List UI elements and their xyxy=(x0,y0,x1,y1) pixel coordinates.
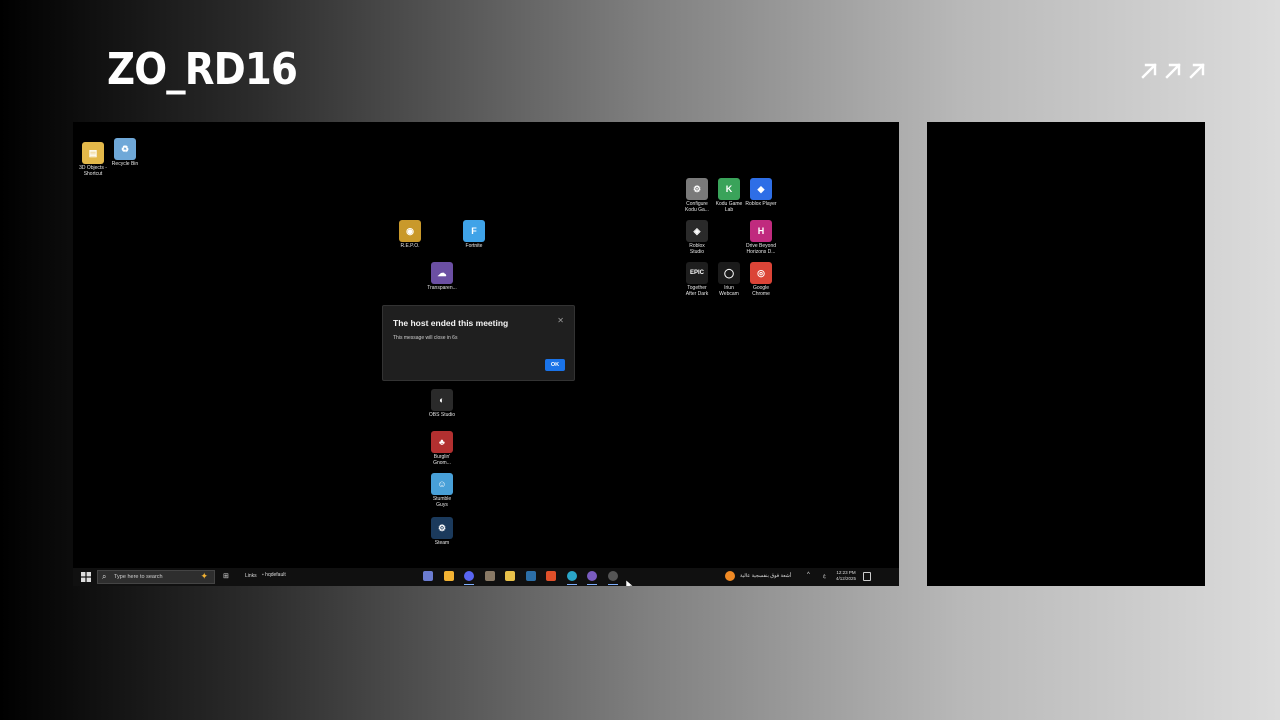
arrows-icon xyxy=(1141,63,1205,79)
taskbar-app-discord-icon[interactable] xyxy=(464,571,474,581)
notification-icon[interactable] xyxy=(863,572,871,581)
ok-button[interactable]: OK xyxy=(545,359,565,371)
meeting-ended-dialog: The host ended this meeting ✕ This messa… xyxy=(382,305,575,381)
desktop-icon-repo[interactable]: ◉ R.E.P.O. xyxy=(390,220,430,249)
sparkle-icon: ✦ xyxy=(200,571,208,581)
chevron-up-icon[interactable]: ^ xyxy=(807,572,810,578)
drive-beyond-icon: H xyxy=(750,220,772,242)
3d-objects-icon: ▤ xyxy=(82,142,104,164)
taskbar-app-obs-icon[interactable] xyxy=(607,571,618,581)
running-indicator xyxy=(566,584,577,585)
desktop-icon-label: Fortnite xyxy=(465,243,483,249)
taskbar-app-steam-icon[interactable] xyxy=(525,571,536,581)
remote-desktop-screen[interactable]: ▤ 3D Objects - Shortcut ♻ Recycle Bin ◉ R.E.P… xyxy=(73,122,899,586)
steam-icon: ⚙ xyxy=(431,517,453,539)
configure-kodu-icon: ⚙ xyxy=(686,178,708,200)
desktop-icon-burglin-gnomes[interactable]: ♣ Burglin' Gnom... xyxy=(422,431,462,466)
news-widget-text[interactable]: أشعة فوق بنفسجية عالية xyxy=(740,573,791,579)
desktop-icon-label: R.E.P.O. xyxy=(400,243,420,249)
desktop-icon-drive-beyond[interactable]: H Drive Beyond Horizons D... xyxy=(741,220,781,255)
desktop-icon-transparent[interactable]: ☁ Transparen... xyxy=(422,262,462,291)
system-clock[interactable]: 12:23 PM 4/12/2025 xyxy=(833,570,859,582)
desktop-icon-label: Steam xyxy=(434,540,450,546)
epic-games-icon: EPIC xyxy=(686,262,708,284)
taskbar-app-app-1-icon[interactable] xyxy=(423,571,433,581)
desktop-icon-label: Roblox Player xyxy=(745,201,777,207)
overlay-title: ZO_RD16 xyxy=(107,44,298,95)
desktop-icon-recycle-bin[interactable]: ♻ Recycle Bin xyxy=(105,138,145,167)
desktop-icon-label: OBS Studio xyxy=(428,412,456,418)
desktop-icon-obs-studio[interactable]: ◐ OBS Studio xyxy=(422,389,462,418)
kodu-game-lab-icon: K xyxy=(718,178,740,200)
taskbar: ⌕ Type here to search ✦ ⊞ Links hqdefaul… xyxy=(73,568,899,586)
desktop-icon-roblox-studio[interactable]: ◈ Roblox Studio xyxy=(677,220,717,255)
desktop-icon-stumble-guys[interactable]: ☺ Stumble Guys xyxy=(422,473,462,508)
repo-icon: ◉ xyxy=(399,220,421,242)
weather-icon[interactable] xyxy=(725,571,735,581)
taskbar-app-edge-icon[interactable] xyxy=(566,571,577,581)
dialog-title: The host ended this meeting xyxy=(393,318,509,328)
fortnite-icon: F xyxy=(463,220,485,242)
desktop-icon-google-chrome[interactable]: ◎ Google Chrome xyxy=(741,262,781,297)
burglin-gnomes-icon: ♣ xyxy=(431,431,453,453)
desktop-icon-label: Burglin' Gnom... xyxy=(433,454,451,466)
roblox-studio-icon: ◈ xyxy=(686,220,708,242)
taskbar-app-app-7-icon[interactable] xyxy=(546,571,556,581)
desktop-icon-roblox-player[interactable]: ◆ Roblox Player xyxy=(741,178,781,207)
task-view-icon[interactable]: ⊞ xyxy=(223,572,229,580)
google-chrome-icon: ◎ xyxy=(750,262,772,284)
stumble-guys-icon: ☺ xyxy=(431,473,453,495)
desktop-icon-label: Drive Beyond Horizons D... xyxy=(745,243,776,255)
hqdefault-link[interactable]: hqdefault xyxy=(262,572,286,578)
clock-date: 4/12/2025 xyxy=(835,576,857,581)
running-indicator xyxy=(464,584,474,585)
desktop-icon-label: Transparen... xyxy=(427,285,457,291)
transparent-icon: ☁ xyxy=(431,262,453,284)
iriun-webcam-icon: ◯ xyxy=(718,262,740,284)
search-icon: ⌕ xyxy=(102,572,107,581)
obs-studio-icon: ◐ xyxy=(431,389,453,411)
links-toolbar-label[interactable]: Links xyxy=(245,573,257,579)
search-placeholder: Type here to search xyxy=(114,574,163,580)
desktop-icon-label: Roblox Studio xyxy=(689,243,705,255)
mouse-cursor-icon xyxy=(626,580,633,586)
dialog-message: This message will close in 6s xyxy=(393,335,458,341)
running-indicator xyxy=(607,584,618,585)
taskbar-app-app-4-icon[interactable] xyxy=(484,571,495,581)
taskbar-app-app-9-icon[interactable] xyxy=(587,571,597,581)
desktop-icon-steam[interactable]: ⚙ Steam xyxy=(422,517,462,546)
input-language[interactable]: ع xyxy=(823,573,826,579)
recycle-bin-icon: ♻ xyxy=(114,138,136,160)
side-video-panel xyxy=(927,122,1205,586)
desktop-icon-label: Google Chrome xyxy=(752,285,770,297)
taskbar-app-file-explorer-icon[interactable] xyxy=(505,571,515,581)
desktop-icon-label: Recycle Bin xyxy=(111,161,139,167)
taskbar-app-app-2-icon[interactable] xyxy=(443,571,454,581)
close-icon[interactable]: ✕ xyxy=(557,316,564,325)
roblox-player-icon: ◆ xyxy=(750,178,772,200)
running-indicator xyxy=(587,584,597,585)
search-input[interactable]: ⌕ Type here to search ✦ xyxy=(97,570,215,584)
desktop-icon-fortnite[interactable]: F Fortnite xyxy=(454,220,494,249)
desktop-icon-label: Stumble Guys xyxy=(432,496,452,508)
windows-start-icon[interactable] xyxy=(81,572,91,582)
